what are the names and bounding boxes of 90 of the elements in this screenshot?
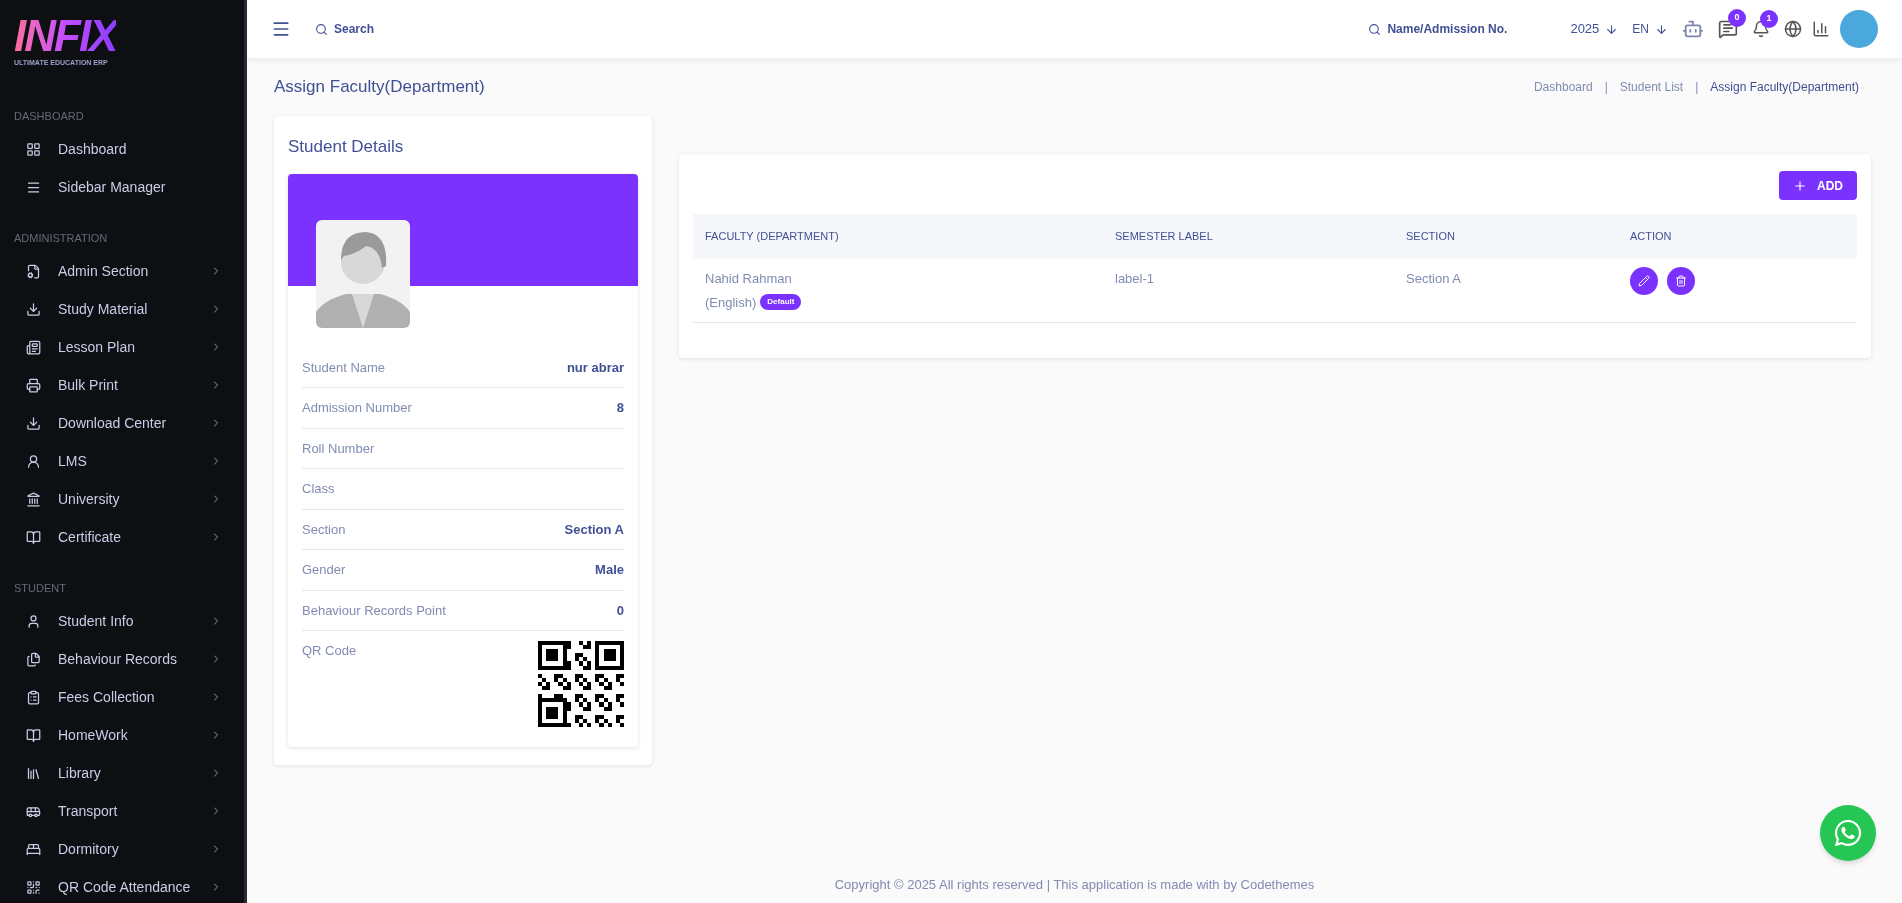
person-icon [26, 613, 41, 629]
sidebar-item[interactable]: Dashboard [14, 130, 230, 168]
field-label: Student Name [302, 358, 386, 377]
bell-icon[interactable] [1752, 20, 1770, 38]
field-label: QR Code [302, 642, 357, 660]
table-cell: Section A [1406, 271, 1461, 286]
sidebar-item[interactable]: Download Center [14, 404, 230, 442]
field-value: Section A [564, 520, 624, 539]
field-label: Gender [302, 561, 346, 579]
breadcrumb-link[interactable]: Assign Faculty(Department) [1710, 78, 1859, 96]
bed-icon [26, 841, 41, 857]
delete-button[interactable] [1667, 267, 1695, 295]
sidebar-item[interactable]: HomeWork [14, 716, 230, 754]
menu-icon [26, 179, 41, 195]
search-icon [1368, 22, 1382, 36]
field-label: Behaviour Records Point [302, 601, 446, 620]
user-avatar[interactable] [1840, 10, 1878, 48]
sidebar-item[interactable]: Certificate [14, 518, 230, 556]
files-icon [26, 651, 41, 667]
sidebar-item[interactable]: LMS [14, 442, 230, 480]
add-button[interactable]: ADD [1779, 171, 1857, 200]
notification-count-badge: 1 [1760, 10, 1778, 28]
search-field[interactable]: Search [334, 20, 524, 38]
field-value: 0 [616, 601, 624, 620]
open-book-icon [26, 529, 41, 545]
chat-bubble-icon [1833, 818, 1863, 848]
download-icon [26, 415, 41, 431]
sidebar-item[interactable]: Lesson Plan [14, 328, 230, 366]
books-icon [26, 765, 41, 781]
column-header: FACULTY (DEPARTMENT) [693, 214, 1103, 259]
field-value: Male [595, 561, 624, 579]
department-name: (English) [705, 293, 757, 312]
trash-icon [1675, 275, 1687, 287]
default-badge: Default [760, 294, 802, 311]
edit-button[interactable] [1630, 267, 1658, 295]
sidebar-item[interactable]: Student Info [14, 602, 230, 640]
card-title: Student Details [288, 136, 405, 158]
sidebar-section-heading: DASHBOARD [14, 109, 85, 124]
qr-code-icon [26, 879, 41, 895]
search-icon [315, 22, 328, 36]
building-columns-icon [26, 491, 41, 507]
column-header: SEMESTER LABEL [1103, 214, 1394, 259]
field-label: Roll Number [302, 439, 375, 458]
table-cell: label-1 [1115, 271, 1155, 286]
student-search-field[interactable]: Name/Admission No. [1387, 20, 1538, 38]
sidebar-item[interactable]: University [14, 480, 230, 518]
document-gear-icon [26, 263, 41, 279]
list-document-icon [26, 339, 41, 355]
clipboard-icon [26, 689, 41, 705]
robot-icon[interactable] [1682, 18, 1704, 40]
chart-icon[interactable] [1812, 20, 1830, 38]
breadcrumb-separator: | [1604, 79, 1608, 96]
sidebar-item[interactable]: Behaviour Records [14, 640, 230, 678]
field-value: nur abrar [566, 358, 624, 377]
field-label: Class [302, 480, 335, 498]
open-book-icon [26, 727, 41, 743]
globe-icon[interactable] [1784, 20, 1802, 38]
chat-icon[interactable] [1718, 19, 1738, 39]
sidebar-item[interactable]: Transport [14, 792, 230, 830]
breadcrumb-separator: | [1695, 79, 1699, 96]
sidebar-section-heading: ADMINISTRATION [14, 231, 109, 246]
page-title: Assign Faculty(Department) [274, 76, 485, 99]
message-count-badge: 0 [1728, 9, 1746, 27]
arrow-down-icon [1605, 22, 1619, 36]
arrow-down-icon [1655, 22, 1668, 36]
column-header: ACTION [1618, 214, 1857, 259]
pencil-icon [1638, 275, 1650, 287]
person-icon [26, 453, 41, 469]
field-label: Section [302, 520, 346, 539]
field-label: Admission Number [302, 399, 412, 417]
download-icon [26, 301, 41, 317]
column-header: SECTION [1394, 214, 1618, 259]
sidebar-item[interactable]: QR Code Attendance [14, 868, 230, 903]
menu-button[interactable] [271, 19, 291, 39]
faculty-name: Nahid Rahman [705, 270, 793, 288]
sidebar-item[interactable]: Dormitory [14, 830, 230, 868]
sidebar-item[interactable]: Fees Collection [14, 678, 230, 716]
sidebar-item[interactable]: Study Material [14, 290, 230, 328]
sidebar-item[interactable]: Sidebar Manager [14, 168, 230, 206]
grid-icon [26, 141, 41, 157]
sidebar-item[interactable]: Admin Section [14, 252, 230, 290]
printer-icon [26, 377, 41, 393]
field-value: 8 [616, 399, 624, 417]
language-dropdown[interactable]: EN [1632, 20, 1668, 38]
sidebar-item[interactable]: Bulk Print [14, 366, 230, 404]
year-dropdown[interactable]: 2025 [1570, 19, 1619, 39]
footer-text: Copyright © 2025 All rights reserved | This application is made with by Codethemes [834, 876, 1315, 895]
plus-icon [1793, 178, 1807, 193]
sidebar-section-heading: STUDENT [14, 581, 67, 596]
sidebar-item[interactable]: Library [14, 754, 230, 792]
